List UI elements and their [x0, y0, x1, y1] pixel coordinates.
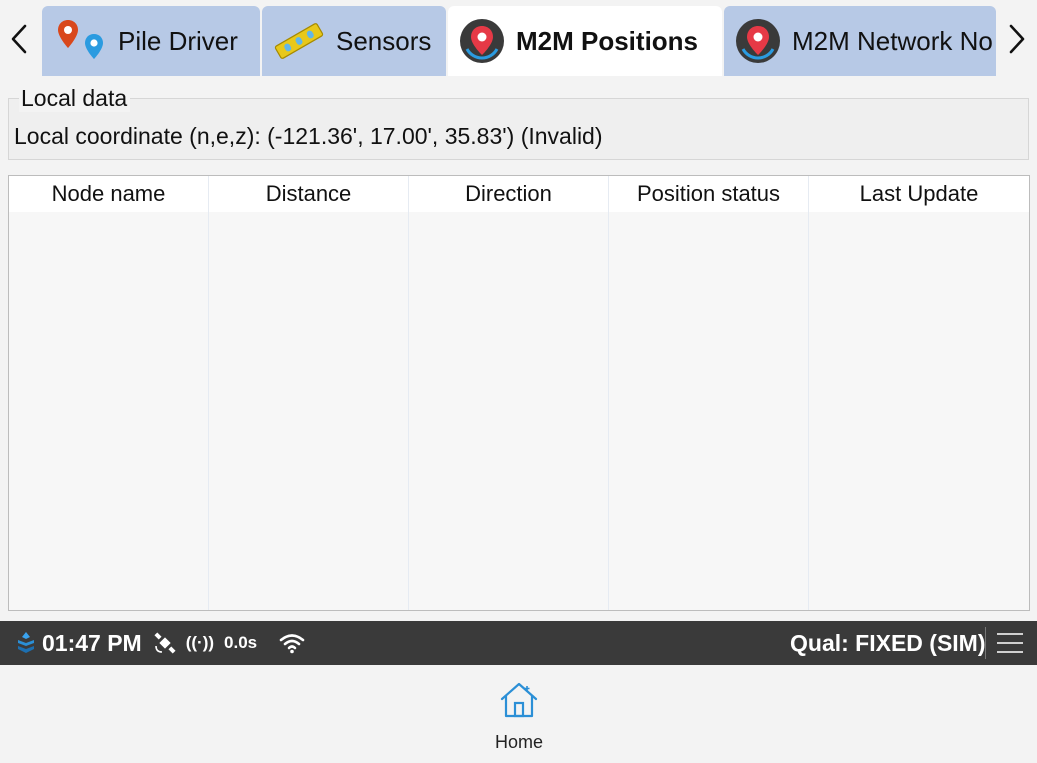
status-time: 01:47 PM — [42, 629, 142, 656]
table-column — [609, 212, 809, 610]
status-bar[interactable]: 01:47 PM ((·)) 0.0s Qual: FIXED (SIM) — [0, 621, 1037, 665]
quality-status: Qual: FIXED (SIM) — [790, 629, 986, 656]
satellite-icon — [154, 632, 176, 654]
tab-m2m-positions[interactable]: M2M Positions — [448, 6, 722, 76]
wifi-icon — [279, 632, 305, 654]
home-button[interactable]: Home — [478, 679, 560, 759]
table-column — [409, 212, 609, 610]
map-pins-icon — [54, 18, 108, 64]
location-pin-icon — [458, 17, 506, 65]
table-body — [9, 212, 1029, 610]
latency-text: 0.0s — [224, 633, 258, 652]
local-data-title: Local data — [19, 85, 131, 112]
tab-label: M2M Positions — [516, 25, 699, 56]
scroll-tabs-right-button[interactable] — [1002, 14, 1032, 64]
hamburger-menu-icon[interactable] — [995, 629, 1025, 657]
location-pin-icon — [734, 17, 782, 65]
app-logo-icon — [14, 631, 38, 655]
home-label: Home — [494, 732, 543, 752]
table-header: Node name Distance Direction Position st… — [9, 176, 1029, 212]
tab-m2m-network-nodes[interactable]: M2M Network No — [724, 6, 996, 76]
level-icon — [272, 19, 326, 63]
scroll-tabs-left-button[interactable] — [4, 14, 34, 64]
table-column — [809, 212, 1029, 610]
m2m-positions-table: Node name Distance Direction Position st… — [8, 175, 1030, 611]
tab-sensors[interactable]: Sensors — [262, 6, 446, 76]
column-header-direction[interactable]: Direction — [409, 176, 609, 212]
column-header-position-status[interactable]: Position status — [609, 176, 809, 212]
tab-label: Sensors — [336, 25, 432, 56]
bottom-navigation: Home — [0, 665, 1037, 763]
table-column — [209, 212, 409, 610]
tab-label: Pile Driver — [118, 25, 238, 56]
home-icon — [498, 679, 540, 726]
local-data-group: Local data Local coordinate (n,e,z): (-1… — [8, 85, 1029, 160]
tab-strip: Pile Driver Sensors M2M Positions M2M Ne… — [0, 0, 1037, 76]
chevron-right-icon — [1009, 24, 1025, 54]
column-header-node-name[interactable]: Node name — [9, 176, 209, 212]
status-separator — [985, 627, 986, 659]
tab-pile-driver[interactable]: Pile Driver — [42, 6, 260, 76]
radio-signal-indicator: ((·)) — [185, 633, 215, 652]
table-column — [9, 212, 209, 610]
tab-label: M2M Network No — [792, 25, 993, 56]
local-coordinate-text: Local coordinate (n,e,z): (-121.36', 17.… — [14, 123, 603, 149]
chevron-left-icon — [11, 24, 27, 54]
column-header-last-update[interactable]: Last Update — [809, 176, 1029, 212]
column-header-distance[interactable]: Distance — [209, 176, 409, 212]
